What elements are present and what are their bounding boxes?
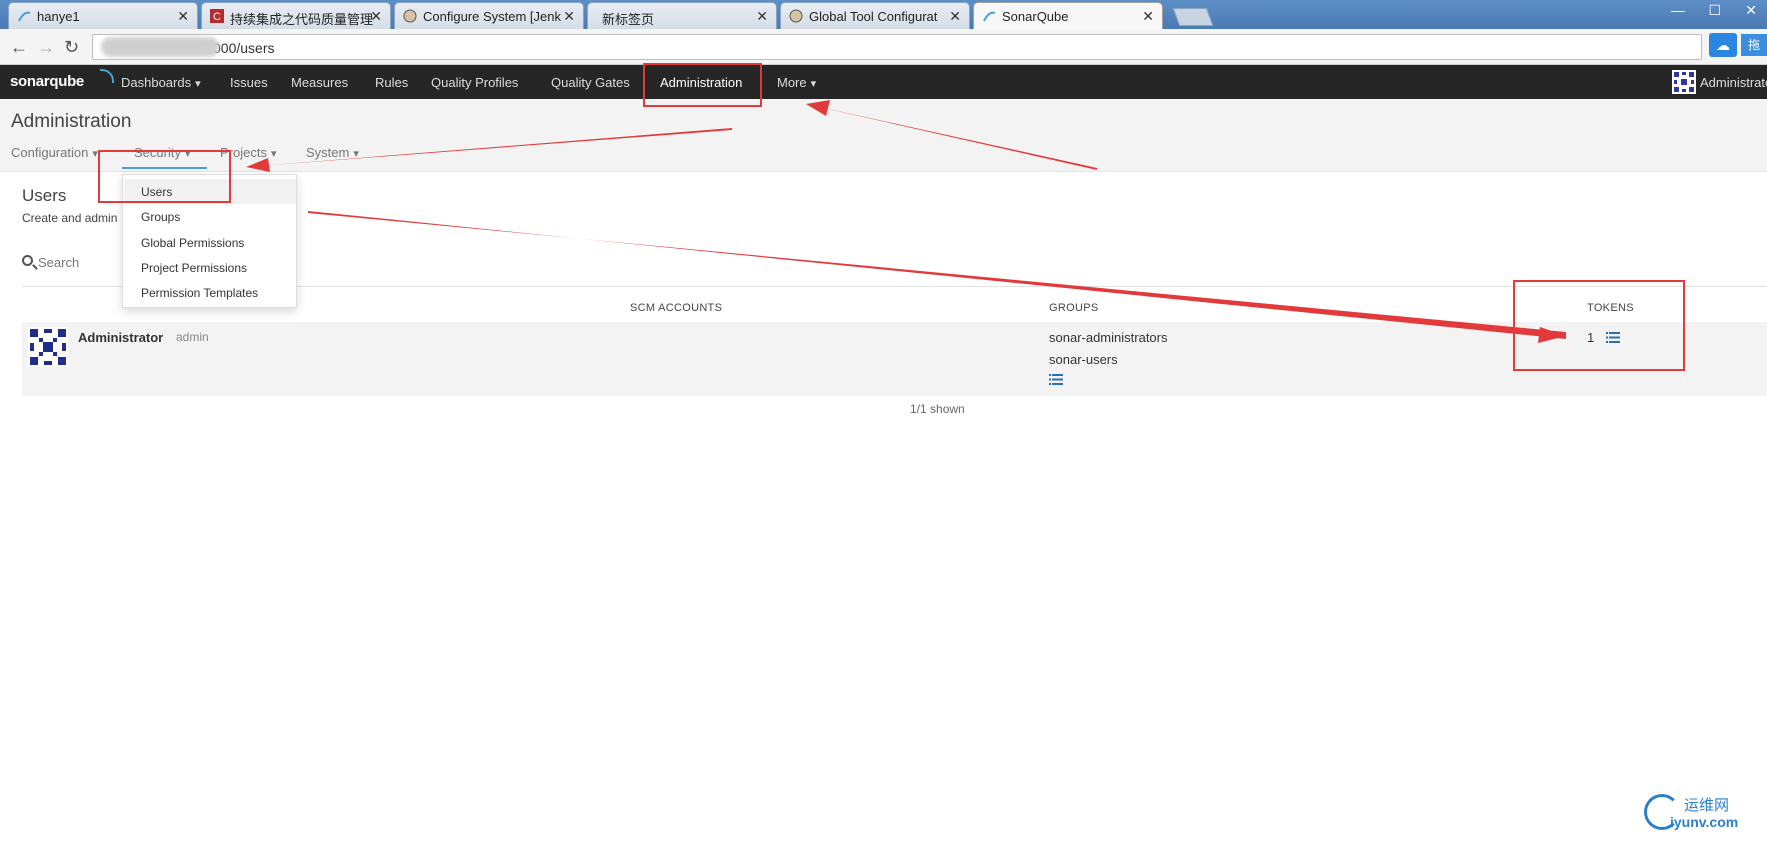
nav-quality-profiles[interactable]: Quality Profiles	[431, 75, 518, 90]
sonarqube-logo[interactable]: sonarqube	[10, 69, 114, 90]
browser-tab[interactable]: Configure System [Jenk ✕	[394, 2, 584, 29]
browser-tab[interactable]: 新标签页 ✕	[587, 2, 777, 29]
column-header-scm: SCM ACCOUNTS	[630, 302, 723, 314]
nav-quality-gates[interactable]: Quality Gates	[551, 75, 630, 90]
users-description: Create and admin	[22, 211, 118, 225]
column-header-groups: GROUPS	[1049, 302, 1099, 314]
c-favicon-icon: C	[210, 9, 224, 23]
sonar-favicon-icon	[983, 11, 996, 22]
svg-text:C: C	[213, 11, 221, 23]
nav-measures[interactable]: Measures	[291, 75, 348, 90]
admin-header: Administration Configuration Security Pr…	[0, 99, 1767, 172]
close-icon[interactable]: ✕	[949, 8, 961, 25]
browser-tab[interactable]: hanye1 ✕	[8, 2, 198, 29]
group-item: sonar-users	[1049, 352, 1118, 367]
sonar-favicon-icon	[18, 11, 31, 22]
annotation-box-administration	[643, 63, 762, 107]
table-row: Administrator admin sonar-administrators…	[22, 322, 1767, 396]
back-arrow-icon[interactable]: ←	[10, 37, 28, 58]
user-name: Administrator	[78, 330, 164, 345]
jenkins-favicon-icon	[403, 9, 417, 23]
browser-tab-active[interactable]: SonarQube ✕	[973, 2, 1163, 30]
window-controls: — ☐ ✕	[1527, 0, 1767, 22]
menu-item-project-permissions[interactable]: Project Permissions	[141, 261, 247, 275]
subnav-system[interactable]: System	[306, 145, 359, 160]
shown-count: 1/1 shown	[910, 402, 965, 416]
close-icon[interactable]: ✕	[177, 8, 189, 25]
nav-rules[interactable]: Rules	[375, 75, 408, 90]
new-tab-button[interactable]	[1172, 8, 1214, 26]
subnav-configuration[interactable]: Configuration	[11, 145, 98, 160]
group-item: sonar-administrators	[1049, 330, 1168, 345]
url-text: 000/users	[213, 40, 275, 56]
nav-dashboards[interactable]: Dashboards	[121, 75, 201, 90]
nav-issues[interactable]: Issues	[230, 75, 268, 90]
annotation-box-tokens	[1513, 280, 1685, 371]
url-input[interactable]: 000/users	[92, 34, 1702, 60]
tab-label: hanye1	[37, 9, 80, 24]
address-bar-row: ← → ↻ 000/users ☁ 拖	[0, 29, 1767, 65]
maximize-icon[interactable]: ☐	[1708, 2, 1721, 19]
nav-more[interactable]: More	[777, 75, 816, 90]
watermark-en: iyunv.com	[1670, 814, 1739, 830]
logo-text: sonarqube	[10, 73, 84, 90]
jenkins-favicon-icon	[789, 9, 803, 23]
nav-user-name[interactable]: Administrator	[1700, 75, 1767, 90]
edit-groups-list-icon[interactable]	[1049, 374, 1063, 385]
browser-tabstrip: hanye1 ✕ C 持续集成之代码质量管理 ✕ Configure Syste…	[0, 0, 1767, 30]
watermark: 运维网 iyunv.com	[1642, 792, 1767, 842]
tab-label: 新标签页	[602, 12, 655, 27]
close-icon[interactable]: ✕	[563, 8, 575, 25]
forward-arrow-icon[interactable]: →	[37, 37, 55, 58]
browser-tab[interactable]: Global Tool Configurat ✕	[780, 2, 970, 29]
tab-label: Global Tool Configurat	[809, 9, 938, 24]
annotation-box-security-users	[98, 150, 231, 203]
minimize-icon[interactable]: —	[1671, 2, 1685, 18]
close-icon[interactable]: ✕	[1142, 8, 1154, 25]
reload-icon[interactable]: ↻	[64, 37, 79, 58]
search-icon	[22, 255, 33, 266]
url-redaction	[101, 37, 219, 57]
user-login: admin	[176, 330, 209, 344]
logo-arc-icon	[100, 69, 114, 83]
browser-tab[interactable]: C 持续集成之代码质量管理 ✕	[201, 2, 391, 29]
users-title: Users	[22, 186, 67, 205]
tab-label: SonarQube	[1002, 9, 1069, 24]
tab-label: Configure System [Jenk	[423, 9, 562, 24]
watermark-cn: 运维网	[1684, 797, 1730, 814]
close-window-icon[interactable]: ✕	[1745, 2, 1757, 19]
tab-label: 持续集成之代码质量管理	[230, 12, 374, 27]
sonar-navbar: sonarqube Dashboards Issues Measures Rul…	[0, 65, 1767, 99]
close-icon[interactable]: ✕	[370, 8, 382, 25]
user-avatar-icon[interactable]	[1672, 70, 1696, 94]
menu-item-global-permissions[interactable]: Global Permissions	[141, 236, 244, 250]
close-icon[interactable]: ✕	[756, 8, 768, 25]
menu-item-permission-templates[interactable]: Permission Templates	[141, 286, 258, 300]
page-title: Administration	[11, 111, 132, 132]
user-avatar-icon	[28, 327, 68, 367]
cloud-extension-icon[interactable]: ☁	[1709, 33, 1737, 57]
menu-item-groups[interactable]: Groups	[141, 210, 180, 224]
extension-label[interactable]: 拖	[1741, 34, 1767, 56]
